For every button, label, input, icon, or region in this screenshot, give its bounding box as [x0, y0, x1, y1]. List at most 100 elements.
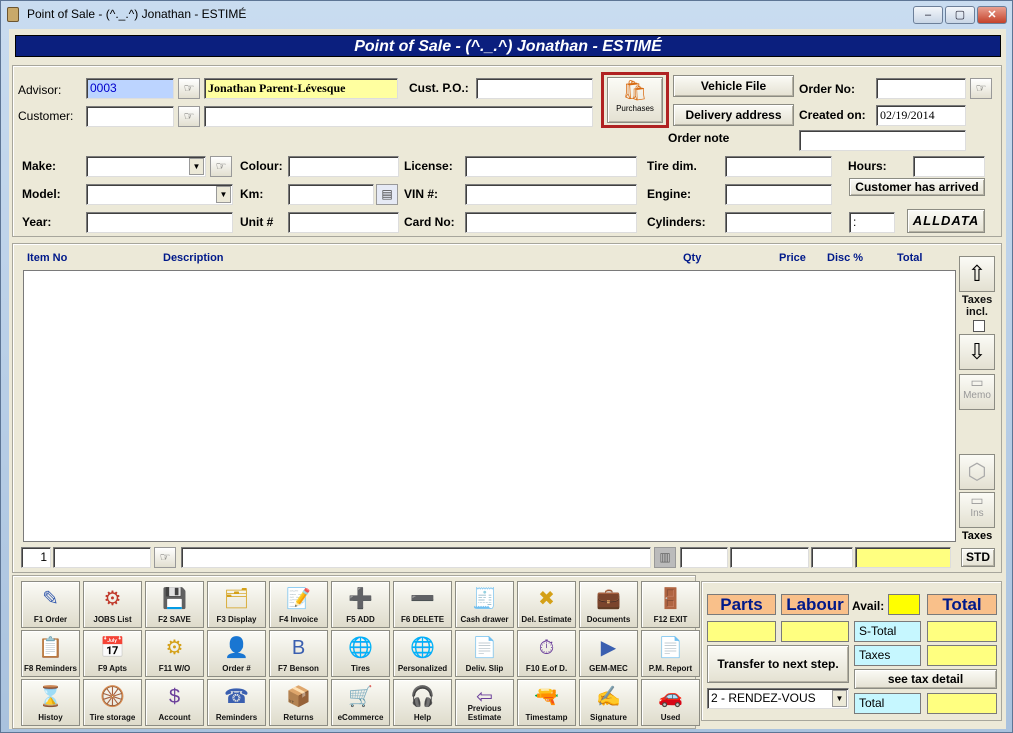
- fkey-button[interactable]: ✖ Del. Estimate: [517, 581, 576, 628]
- vehicle-file-button[interactable]: Vehicle File: [673, 75, 794, 97]
- cust-po-field[interactable]: [476, 78, 593, 99]
- year-field[interactable]: [86, 212, 233, 233]
- order-lookup-button[interactable]: ☞: [970, 78, 992, 99]
- fkey-button[interactable]: ➖ F6 DELETE: [393, 581, 452, 628]
- fkey-button[interactable]: ⚙ F11 W/O: [145, 630, 204, 677]
- tire-dim-field[interactable]: [725, 156, 832, 177]
- hex-button[interactable]: ⬡: [959, 454, 995, 490]
- fkey-button[interactable]: B F7 Benson: [269, 630, 328, 677]
- fkey-button[interactable]: 🎧 Help: [393, 679, 452, 726]
- delivery-address-button[interactable]: Delivery address: [673, 104, 794, 126]
- fkey-button[interactable]: 🗂 F3 Display: [207, 581, 266, 628]
- hours-field[interactable]: [913, 156, 985, 177]
- arrival-time-field[interactable]: :: [849, 212, 895, 233]
- fkey-button[interactable]: 🛒 eCommerce: [331, 679, 390, 726]
- total-field: [927, 693, 997, 714]
- fkey-button[interactable]: 📄 P.M. Report: [641, 630, 700, 677]
- make-select[interactable]: ▼: [86, 156, 206, 177]
- fkey-button[interactable]: 👤 Order #: [207, 630, 266, 677]
- fkey-button[interactable]: 📅 F9 Apts: [83, 630, 142, 677]
- fkey-button[interactable]: ➕ F5 ADD: [331, 581, 390, 628]
- customer-name-field[interactable]: [204, 106, 593, 127]
- fkey-button[interactable]: $ Account: [145, 679, 204, 726]
- customer-lookup-button[interactable]: ☞: [178, 106, 200, 127]
- std-button[interactable]: STD: [961, 548, 995, 567]
- tire-button[interactable]: ▥: [654, 547, 676, 568]
- license-field[interactable]: [465, 156, 637, 177]
- entry-description-field[interactable]: [181, 547, 651, 568]
- colour-field[interactable]: [288, 156, 399, 177]
- entry-total-field[interactable]: [855, 547, 951, 568]
- lookup-icon: ☞: [183, 109, 195, 123]
- customer-arrived-button[interactable]: Customer has arrived: [849, 178, 985, 196]
- advisor-lookup-button[interactable]: ☞: [178, 78, 200, 99]
- fkey-button[interactable]: 🧾 Cash drawer: [455, 581, 514, 628]
- items-grid[interactable]: [23, 270, 956, 542]
- maximize-button[interactable]: ▢: [945, 6, 975, 24]
- advisor-name-field[interactable]: Jonathan Parent-Lévesque: [204, 78, 398, 99]
- minimize-button[interactable]: –: [913, 6, 943, 24]
- fkey-button[interactable]: ⏱ F10 E.of D.: [517, 630, 576, 677]
- fkey-button[interactable]: ☎ Reminders: [207, 679, 266, 726]
- fkey-button[interactable]: 💾 F2 SAVE: [145, 581, 204, 628]
- status-select[interactable]: 2 - RENDEZ-VOUS ▼: [707, 688, 849, 709]
- vin-field[interactable]: [465, 184, 637, 205]
- model-select[interactable]: ▼: [86, 184, 233, 205]
- transfer-next-step-button[interactable]: Transfer to next step.: [707, 645, 849, 683]
- entry-item-no-field[interactable]: [53, 547, 151, 568]
- engine-field[interactable]: [725, 184, 832, 205]
- window-title: Point of Sale - (^._.^) Jonathan - ESTIM…: [27, 7, 247, 21]
- pm-report-icon: 📄: [658, 637, 683, 659]
- fkey-button[interactable]: 🛞 Tire storage: [83, 679, 142, 726]
- card-no-field[interactable]: [465, 212, 637, 233]
- see-tax-detail-button[interactable]: see tax detail: [854, 669, 997, 689]
- memo-label: Memo: [963, 390, 991, 401]
- km-field[interactable]: [288, 184, 374, 205]
- col-qty: Qty: [683, 252, 702, 264]
- advisor-code-field[interactable]: 0003: [86, 78, 174, 99]
- fkey-button[interactable]: 🚗 Used: [641, 679, 700, 726]
- order-no-field[interactable]: [876, 78, 966, 99]
- make-lookup-button[interactable]: ☞: [210, 156, 232, 177]
- fkey-button[interactable]: 💼 Documents: [579, 581, 638, 628]
- fkey-button[interactable]: 📝 F4 Invoice: [269, 581, 328, 628]
- lookup-icon: ☞: [183, 81, 195, 95]
- avail-field[interactable]: [888, 594, 920, 615]
- signature-icon: ✍: [596, 686, 621, 708]
- cylinders-field[interactable]: [725, 212, 832, 233]
- fkey-button[interactable]: 📋 F8 Reminders: [21, 630, 80, 677]
- entry-price-field[interactable]: [730, 547, 809, 568]
- fkey-label: GEM-MEC: [589, 664, 628, 673]
- fkey-label: Returns: [283, 713, 314, 722]
- entry-disc-field[interactable]: [811, 547, 853, 568]
- item-lookup-button[interactable]: ☞: [154, 547, 176, 568]
- fkey-button[interactable]: 🌐 Personalized: [393, 630, 452, 677]
- fkey-button[interactable]: ⚙ JOBS List: [83, 581, 142, 628]
- fkey-button[interactable]: ⌛ Histoy: [21, 679, 80, 726]
- fkey-button[interactable]: ▶ GEM-MEC: [579, 630, 638, 677]
- fkey-button[interactable]: 🔫 Timestamp: [517, 679, 576, 726]
- unit-field[interactable]: [288, 212, 399, 233]
- alldata-button[interactable]: ALLDATA: [907, 209, 985, 233]
- purchases-button[interactable]: 🛍 Purchases: [607, 77, 663, 123]
- order-note-field[interactable]: [799, 130, 966, 151]
- move-up-button[interactable]: ⇧: [959, 256, 995, 292]
- fkey-button[interactable]: 🌐 Tires: [331, 630, 390, 677]
- fkey-button[interactable]: ✍ Signature: [579, 679, 638, 726]
- km-calendar-button[interactable]: ▤: [376, 184, 398, 205]
- fkey-button[interactable]: 📦 Returns: [269, 679, 328, 726]
- fkey-label: Tire storage: [89, 713, 136, 722]
- close-button[interactable]: ✕: [977, 6, 1007, 24]
- taxes-incl-checkbox[interactable]: [973, 320, 985, 332]
- fkey-button[interactable]: ✎ F1 Order: [21, 581, 80, 628]
- customer-code-field[interactable]: [86, 106, 174, 127]
- created-on-field[interactable]: 02/19/2014: [876, 105, 966, 126]
- ins-button[interactable]: ▭ Ins: [959, 492, 995, 528]
- row-number-field[interactable]: 1: [21, 547, 51, 568]
- fkey-button[interactable]: 🚪 F12 EXIT: [641, 581, 700, 628]
- fkey-button[interactable]: ⇦ Previous Estimate: [455, 679, 514, 726]
- move-down-button[interactable]: ⇩: [959, 334, 995, 370]
- fkey-button[interactable]: 📄 Deliv. Slip: [455, 630, 514, 677]
- entry-qty-field[interactable]: [680, 547, 728, 568]
- memo-button[interactable]: ▭ Memo: [959, 374, 995, 410]
